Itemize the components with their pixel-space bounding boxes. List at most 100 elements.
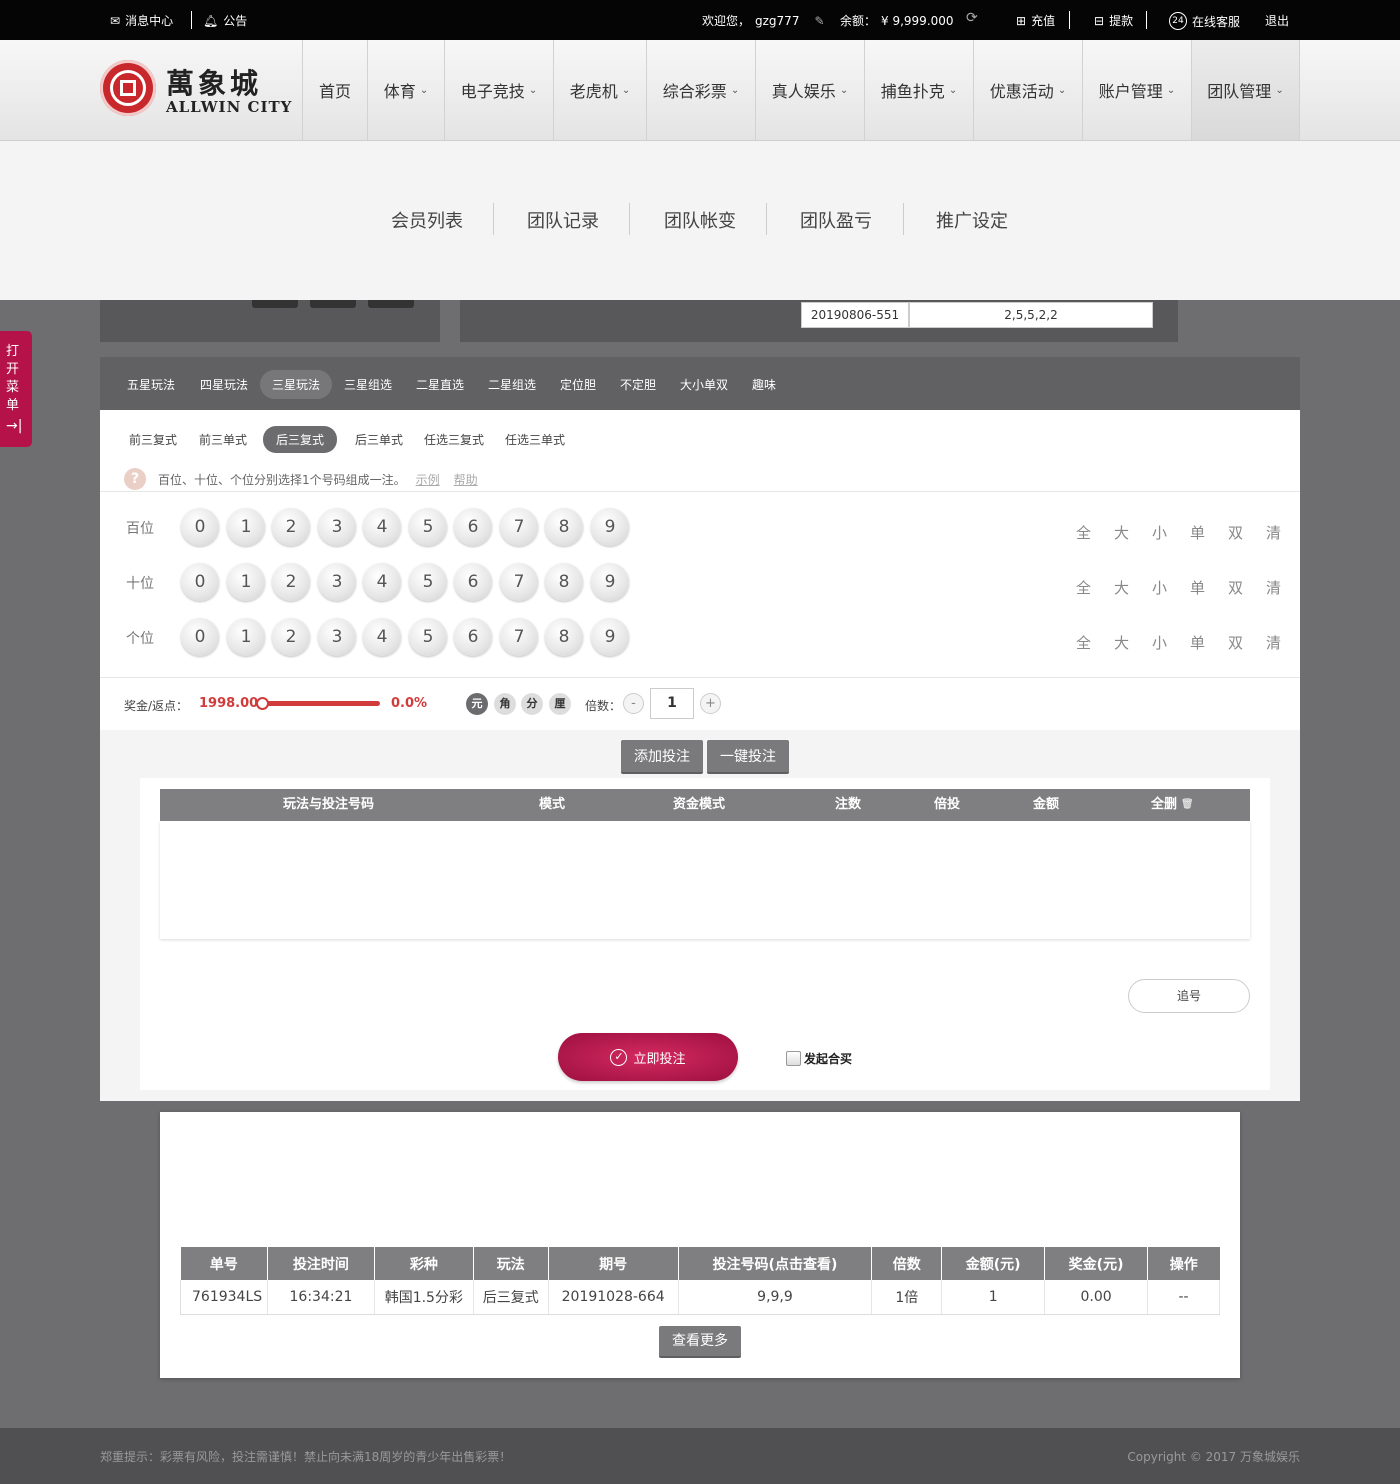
sub-tab-front3-single[interactable]: 前三单式: [199, 431, 247, 448]
quick-select-button[interactable]: 全: [1076, 632, 1091, 653]
digit-ball[interactable]: 6: [454, 508, 492, 546]
quick-select-button[interactable]: 清: [1266, 632, 1281, 653]
add-bet-button[interactable]: 添加投注: [621, 740, 703, 774]
withdraw-link[interactable]: ⊟ 提款: [1094, 12, 1133, 29]
play-tab-any-position[interactable]: 不定胆: [620, 376, 656, 393]
sub-tab-any3-single[interactable]: 任选三单式: [505, 431, 565, 448]
digit-ball[interactable]: 5: [409, 618, 447, 656]
one-click-bet-button[interactable]: 一键投注: [707, 740, 789, 774]
nav-account[interactable]: 账户管理 ⌄: [1082, 40, 1191, 140]
quick-select-button[interactable]: 单: [1190, 522, 1205, 543]
nav-slots[interactable]: 老虎机 ⌄: [553, 40, 646, 140]
digit-ball[interactable]: 9: [591, 618, 629, 656]
quick-select-button[interactable]: 小: [1152, 632, 1167, 653]
digit-ball[interactable]: 8: [545, 618, 583, 656]
digit-ball[interactable]: 4: [363, 508, 401, 546]
digit-ball[interactable]: 1: [227, 508, 265, 546]
chase-button[interactable]: 追号: [1128, 979, 1250, 1013]
play-tab-five-star[interactable]: 五星玩法: [127, 376, 175, 393]
quick-select-button[interactable]: 小: [1152, 577, 1167, 598]
digit-ball[interactable]: 4: [363, 618, 401, 656]
digit-ball[interactable]: 6: [454, 618, 492, 656]
nav-lottery[interactable]: 综合彩票 ⌄: [646, 40, 755, 140]
nav-team[interactable]: 团队管理 ⌄: [1191, 40, 1300, 140]
quick-select-button[interactable]: 大: [1114, 577, 1129, 598]
digit-ball[interactable]: 8: [545, 563, 583, 601]
unit-yuan[interactable]: 元: [466, 693, 488, 715]
service-link[interactable]: 24 在线客服: [1169, 12, 1240, 30]
quick-select-button[interactable]: 全: [1076, 522, 1091, 543]
group-buy-checkbox[interactable]: [786, 1051, 801, 1066]
digit-ball[interactable]: 6: [454, 563, 492, 601]
quick-select-button[interactable]: 双: [1228, 577, 1243, 598]
quick-select-button[interactable]: 双: [1228, 522, 1243, 543]
digit-ball[interactable]: 2: [272, 563, 310, 601]
play-tab-big-small[interactable]: 大小单双: [680, 376, 728, 393]
digit-ball[interactable]: 3: [318, 618, 356, 656]
play-tab-position[interactable]: 定位胆: [560, 376, 596, 393]
edit-icon[interactable]: ✎: [814, 14, 824, 28]
play-tab-two-star-direct[interactable]: 二星直选: [416, 376, 464, 393]
digit-ball[interactable]: 0: [181, 508, 219, 546]
sub-tab-front3-multi[interactable]: 前三复式: [129, 431, 177, 448]
open-menu-tab[interactable]: 打开菜单 →|: [0, 331, 32, 447]
nav-home[interactable]: 首页: [302, 40, 367, 140]
multiplier-minus[interactable]: -: [623, 693, 644, 714]
logo-emblem-icon[interactable]: [100, 60, 156, 116]
quick-select-button[interactable]: 双: [1228, 632, 1243, 653]
unit-fen[interactable]: 分: [521, 693, 543, 715]
digit-ball[interactable]: 5: [409, 563, 447, 601]
play-tab-fun[interactable]: 趣味: [752, 376, 776, 393]
play-tab-three-star[interactable]: 三星玩法: [260, 370, 333, 399]
digit-ball[interactable]: 7: [500, 618, 538, 656]
notice-link[interactable]: 🔔︎ 公告: [203, 12, 247, 29]
submenu-member-list[interactable]: 会员列表: [391, 207, 463, 233]
digit-ball[interactable]: 5: [409, 508, 447, 546]
delete-all-button[interactable]: 全删 🗑︎: [1151, 789, 1194, 821]
submenu-promo-settings[interactable]: 推广设定: [936, 207, 1008, 233]
view-more-button[interactable]: 查看更多: [659, 1326, 741, 1358]
sub-tab-any3-multi[interactable]: 任选三复式: [424, 431, 484, 448]
sub-tab-back3-multi[interactable]: 后三复式: [263, 426, 338, 453]
quick-select-button[interactable]: 小: [1152, 522, 1167, 543]
unit-li[interactable]: 厘: [549, 693, 571, 715]
digit-ball[interactable]: 2: [272, 618, 310, 656]
digit-ball[interactable]: 1: [227, 563, 265, 601]
bet-now-button[interactable]: ✓ 立即投注: [558, 1033, 738, 1081]
quick-select-button[interactable]: 大: [1114, 632, 1129, 653]
slider-handle[interactable]: [256, 697, 269, 710]
digit-ball[interactable]: 9: [591, 508, 629, 546]
nav-esports[interactable]: 电子竞技 ⌄: [444, 40, 553, 140]
submenu-team-profit[interactable]: 团队盈亏: [800, 207, 872, 233]
nav-live-casino[interactable]: 真人娱乐 ⌄: [755, 40, 864, 140]
submenu-team-transactions[interactable]: 团队帐变: [664, 207, 736, 233]
nav-sports[interactable]: 体育 ⌄: [367, 40, 444, 140]
nav-promotions[interactable]: 优惠活动 ⌄: [973, 40, 1082, 140]
digit-ball[interactable]: 0: [181, 563, 219, 601]
messages-link[interactable]: ✉ 消息中心: [110, 12, 173, 29]
digit-ball[interactable]: 3: [318, 508, 356, 546]
table-row[interactable]: 761934LS 16:34:21 韩国1.5分彩 后三复式 20191028-…: [180, 1280, 1220, 1315]
play-tab-two-star-group[interactable]: 二星组选: [488, 376, 536, 393]
digit-ball[interactable]: 4: [363, 563, 401, 601]
digit-ball[interactable]: 9: [591, 563, 629, 601]
group-buy-option[interactable]: 发起合买: [786, 1050, 852, 1067]
sub-tab-back3-single[interactable]: 后三单式: [355, 431, 403, 448]
digit-ball[interactable]: 2: [272, 508, 310, 546]
digit-ball[interactable]: 3: [318, 563, 356, 601]
quick-select-button[interactable]: 单: [1190, 632, 1205, 653]
digit-ball[interactable]: 7: [500, 563, 538, 601]
digit-ball[interactable]: 7: [500, 508, 538, 546]
order-numbers-link[interactable]: 9,9,9: [678, 1280, 873, 1315]
help-link[interactable]: 帮助: [454, 471, 478, 488]
logout-link[interactable]: 退出: [1265, 12, 1289, 29]
unit-jiao[interactable]: 角: [494, 693, 516, 715]
quick-select-button[interactable]: 全: [1076, 577, 1091, 598]
digit-ball[interactable]: 8: [545, 508, 583, 546]
deposit-link[interactable]: ⊞ 充值: [1016, 12, 1055, 29]
rebate-slider[interactable]: [256, 697, 380, 710]
refresh-icon[interactable]: ⟳: [966, 10, 978, 26]
multiplier-input[interactable]: 1: [650, 688, 694, 719]
play-tab-three-star-group[interactable]: 三星组选: [344, 376, 392, 393]
multiplier-plus[interactable]: +: [700, 693, 721, 714]
